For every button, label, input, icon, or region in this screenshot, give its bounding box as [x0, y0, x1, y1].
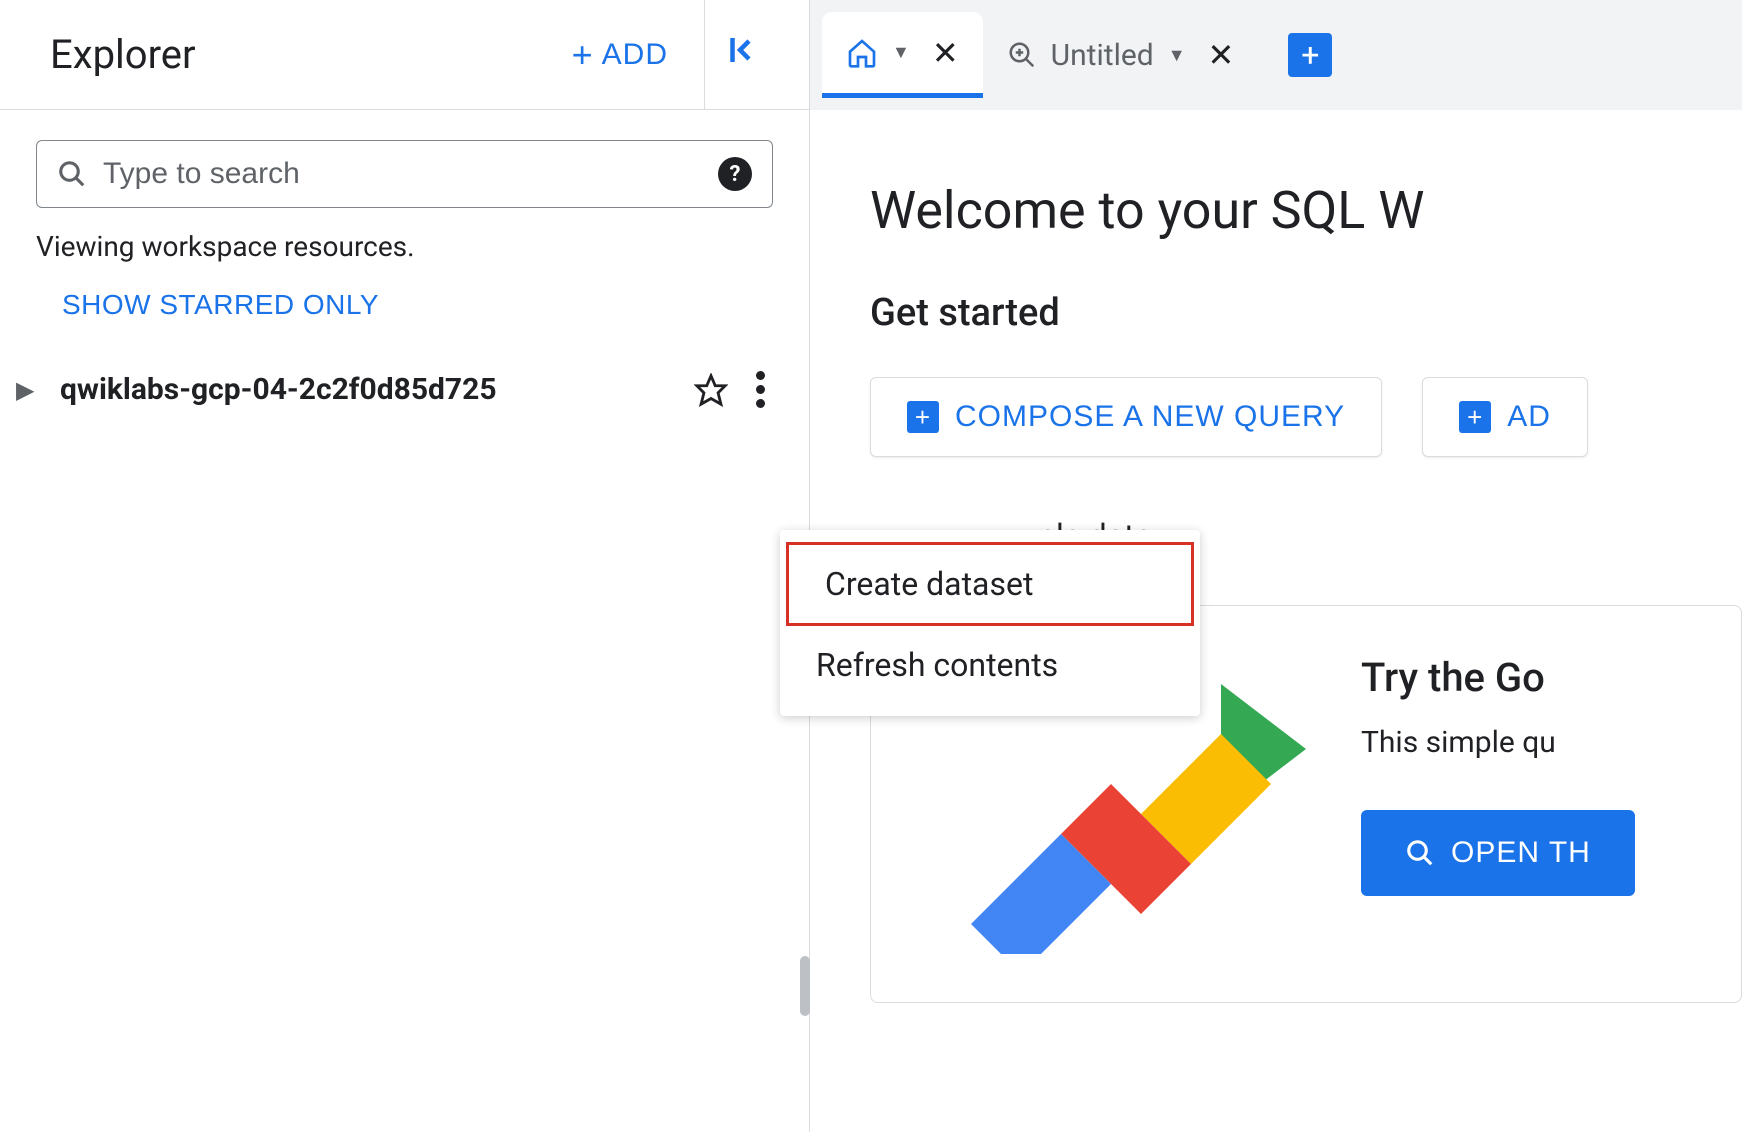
welcome-title: Welcome to your SQL W — [870, 180, 1742, 241]
collapse-sidebar-button[interactable] — [704, 0, 781, 110]
add-data-label: AD — [1507, 400, 1551, 434]
action-buttons-row: + COMPOSE A NEW QUERY + AD — [870, 377, 1742, 457]
viewing-resources-text: Viewing workspace resources. — [36, 230, 773, 263]
project-context-menu: Create dataset Refresh contents — [780, 530, 1200, 716]
scrollbar-thumb[interactable] — [800, 956, 810, 1016]
tab-bar: ▼ ✕ Untitled ▼ ✕ + — [810, 0, 1742, 110]
plus-icon: + — [1301, 36, 1319, 74]
untitled-query-tab[interactable]: Untitled ▼ ✕ — [983, 12, 1259, 98]
project-name-label: qwiklabs-gcp-04-2c2f0d85d725 — [60, 372, 674, 407]
create-dataset-menu-item[interactable]: Create dataset — [786, 542, 1194, 626]
close-tab-icon[interactable]: ✕ — [1208, 36, 1235, 74]
home-icon — [846, 37, 878, 69]
collapse-left-icon — [725, 32, 761, 68]
compose-query-label: COMPOSE A NEW QUERY — [955, 400, 1345, 434]
chevron-down-icon[interactable]: ▼ — [1168, 45, 1186, 66]
open-query-button[interactable]: OPEN TH — [1361, 810, 1635, 896]
expand-caret-icon[interactable]: ▶ — [16, 376, 40, 404]
plus-icon: + — [572, 37, 594, 73]
more-actions-icon[interactable] — [748, 371, 773, 408]
card-description: This simple qu — [1361, 725, 1701, 760]
chevron-down-icon[interactable]: ▼ — [892, 42, 910, 63]
add-button[interactable]: + ADD — [556, 25, 684, 85]
magnify-icon — [1405, 838, 1435, 868]
tab-label: Untitled — [1051, 38, 1154, 73]
add-data-button[interactable]: + AD — [1422, 377, 1588, 457]
open-button-label: OPEN TH — [1451, 836, 1591, 870]
get-started-title: Get started — [870, 291, 1742, 335]
compose-query-button[interactable]: + COMPOSE A NEW QUERY — [870, 377, 1382, 457]
new-tab-button[interactable]: + — [1288, 33, 1332, 77]
home-tab[interactable]: ▼ ✕ — [822, 12, 983, 98]
search-icon — [57, 159, 87, 189]
plus-box-icon: + — [907, 401, 939, 433]
query-icon — [1007, 40, 1037, 70]
close-tab-icon[interactable]: ✕ — [932, 34, 959, 72]
sidebar-body: ? Viewing workspace resources. SHOW STAR… — [0, 110, 809, 420]
sidebar-header: Explorer + ADD — [0, 0, 809, 110]
plus-box-icon: + — [1459, 401, 1491, 433]
star-icon[interactable] — [694, 373, 728, 407]
search-input[interactable] — [103, 157, 702, 191]
project-tree-item[interactable]: ▶ qwiklabs-gcp-04-2c2f0d85d725 — [16, 359, 773, 420]
show-starred-button[interactable]: SHOW STARRED ONLY — [36, 281, 405, 329]
help-icon[interactable]: ? — [718, 157, 752, 191]
search-box[interactable]: ? — [36, 140, 773, 208]
add-button-label: ADD — [602, 38, 668, 72]
card-title: Try the Go — [1361, 654, 1701, 701]
sidebar-title: Explorer — [50, 31, 196, 78]
explorer-sidebar: Explorer + ADD ? — [0, 0, 810, 1132]
refresh-contents-menu-item[interactable]: Refresh contents — [780, 626, 1200, 704]
